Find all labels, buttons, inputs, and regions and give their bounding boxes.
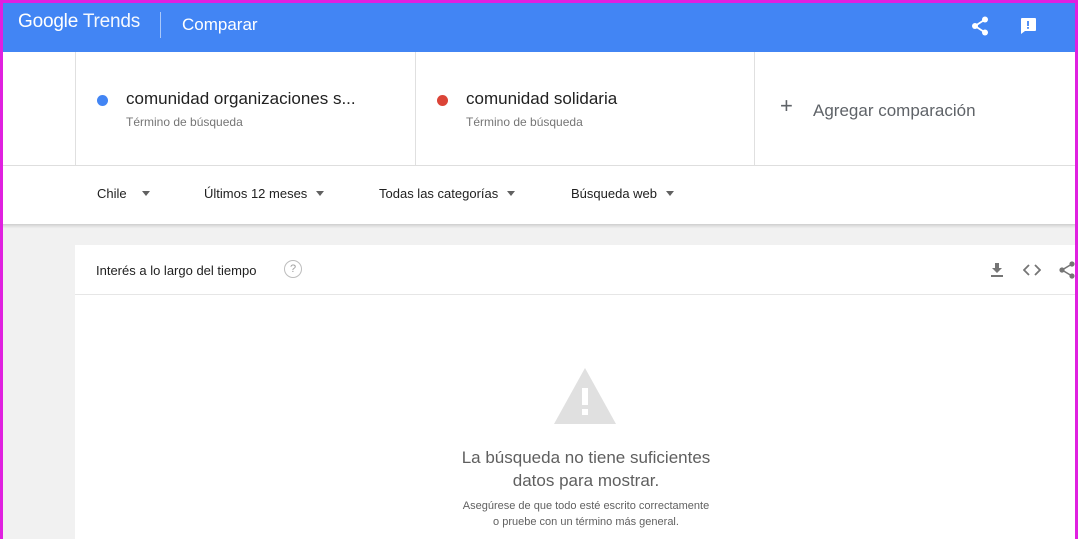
plus-icon: + (780, 93, 793, 118)
card-title: Interés a lo largo del tiempo (96, 263, 257, 278)
search-term-1[interactable]: comunidad organizaciones s... Término de… (75, 52, 415, 165)
chevron-down-icon (141, 191, 150, 197)
filter-bar: Chile Últimos 12 meses Todas las categor… (0, 166, 1078, 224)
download-icon[interactable] (988, 261, 1006, 279)
embed-code-icon[interactable] (1023, 261, 1041, 279)
share-icon[interactable] (1058, 261, 1076, 279)
help-icon[interactable]: ? (284, 260, 302, 278)
search-term-2[interactable]: comunidad solidaria Término de búsqueda (415, 52, 754, 165)
term-color-dot (437, 95, 448, 106)
term-color-dot (97, 95, 108, 106)
feedback-icon[interactable] (1016, 14, 1040, 38)
search-term-name: comunidad organizaciones s... (126, 89, 356, 108)
google-trends-logo[interactable]: Google Trends (18, 11, 140, 33)
card-header: Interés a lo largo del tiempo ? (75, 245, 1078, 295)
search-term-type: Término de búsqueda (126, 115, 243, 129)
page-title: Comparar (182, 15, 258, 34)
empty-state-hint: Asegúrese de que todo esté escrito corre… (462, 500, 710, 528)
search-term-type: Término de búsqueda (466, 115, 583, 129)
chevron-down-icon (666, 191, 675, 197)
app-bar: Google Trends Comparar (0, 0, 1078, 52)
chevron-down-icon (316, 191, 325, 197)
search-term-name: comunidad solidaria (466, 89, 618, 108)
share-icon[interactable] (968, 14, 992, 38)
empty-state-title: La búsqueda no tiene suficientes datos p… (461, 448, 711, 490)
region-dropdown[interactable]: Chile (97, 186, 150, 201)
warning-icon (552, 366, 618, 431)
search-type-dropdown[interactable]: Búsqueda web (571, 186, 675, 201)
chevron-down-icon (507, 191, 516, 197)
header-divider (160, 12, 161, 38)
add-comparison-label: Agregar comparación (813, 101, 976, 120)
add-comparison-button[interactable]: + Agregar comparación (754, 52, 1078, 165)
comparison-row: comunidad organizaciones s... Término de… (0, 52, 1078, 166)
category-dropdown[interactable]: Todas las categorías (379, 186, 516, 201)
interest-over-time-card: Interés a lo largo del tiempo ? La búsqu… (75, 245, 1078, 539)
time-range-dropdown[interactable]: Últimos 12 meses (204, 186, 325, 201)
